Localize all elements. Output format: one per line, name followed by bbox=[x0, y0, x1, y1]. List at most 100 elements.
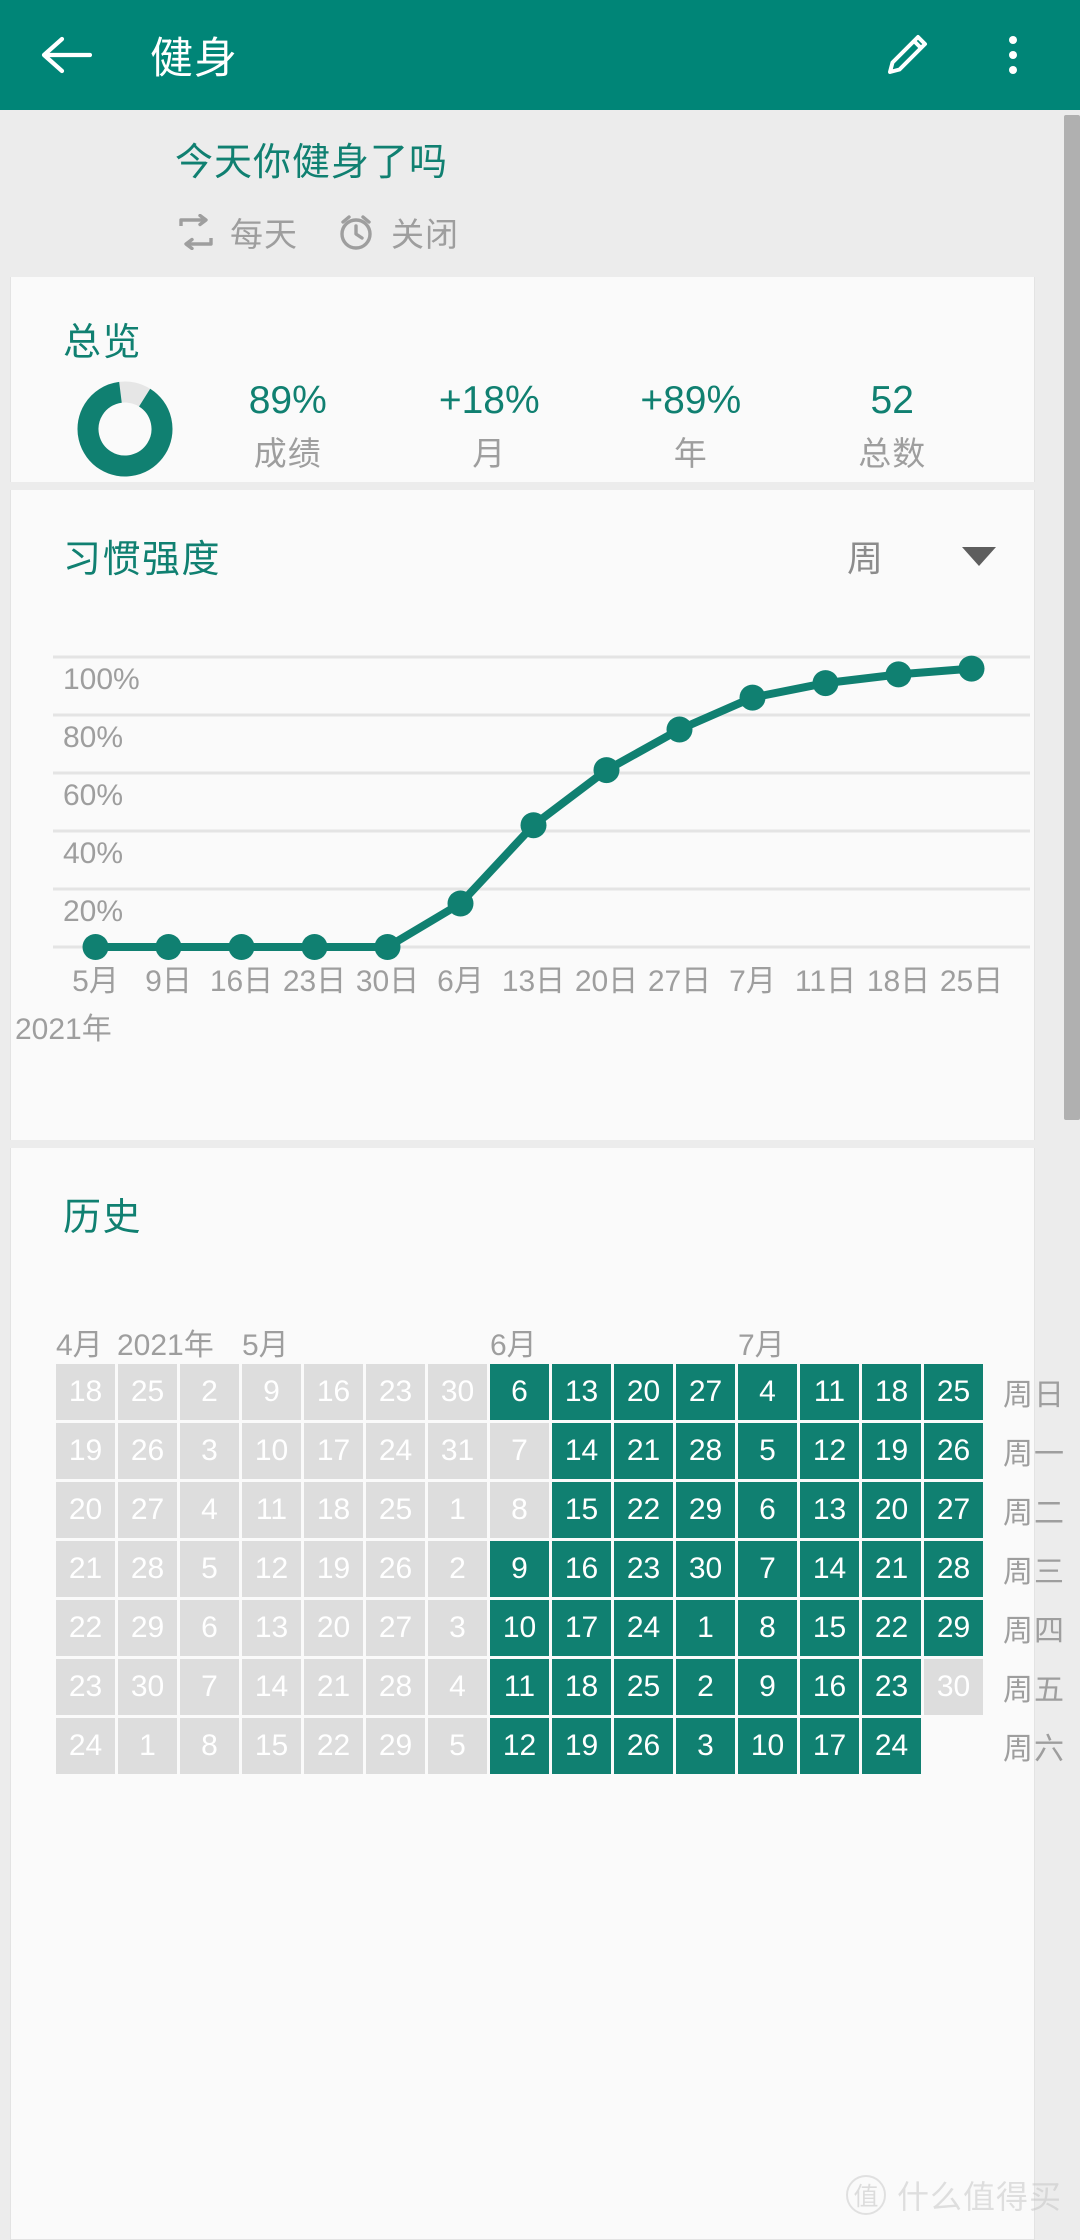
calendar-day-cell[interactable]: 8 bbox=[490, 1482, 549, 1538]
calendar-day-cell[interactable]: 29 bbox=[366, 1718, 425, 1774]
calendar-day-cell[interactable]: 17 bbox=[552, 1600, 611, 1656]
calendar-day-cell[interactable]: 15 bbox=[552, 1482, 611, 1538]
calendar-day-cell[interactable]: 29 bbox=[924, 1600, 983, 1656]
calendar-day-cell[interactable]: 1 bbox=[428, 1482, 487, 1538]
calendar-day-cell[interactable]: 5 bbox=[738, 1423, 797, 1479]
calendar-day-cell[interactable]: 2 bbox=[676, 1659, 735, 1715]
calendar-day-cell[interactable]: 7 bbox=[180, 1659, 239, 1715]
calendar-day-cell[interactable]: 28 bbox=[676, 1423, 735, 1479]
calendar-day-cell[interactable]: 25 bbox=[924, 1364, 983, 1420]
calendar-day-cell[interactable]: 1 bbox=[118, 1718, 177, 1774]
calendar-day-cell[interactable]: 6 bbox=[738, 1482, 797, 1538]
calendar-day-cell[interactable]: 22 bbox=[304, 1718, 363, 1774]
calendar-day-cell[interactable]: 30 bbox=[924, 1659, 983, 1715]
calendar-day-cell[interactable]: 17 bbox=[304, 1423, 363, 1479]
calendar-day-cell[interactable]: 21 bbox=[56, 1541, 115, 1597]
calendar-day-cell[interactable]: 6 bbox=[490, 1364, 549, 1420]
calendar-day-cell[interactable]: 2 bbox=[428, 1541, 487, 1597]
calendar-day-cell[interactable]: 6 bbox=[180, 1600, 239, 1656]
calendar-day-cell[interactable]: 27 bbox=[118, 1482, 177, 1538]
calendar-day-cell[interactable]: 28 bbox=[924, 1541, 983, 1597]
period-spinner[interactable]: 周 bbox=[847, 530, 996, 582]
calendar-day-cell[interactable]: 19 bbox=[862, 1423, 921, 1479]
calendar-day-cell[interactable]: 3 bbox=[676, 1718, 735, 1774]
calendar-day-cell[interactable]: 10 bbox=[738, 1718, 797, 1774]
calendar-day-cell[interactable]: 12 bbox=[800, 1423, 859, 1479]
calendar-day-cell[interactable]: 19 bbox=[56, 1423, 115, 1479]
calendar-day-cell[interactable]: 22 bbox=[862, 1600, 921, 1656]
calendar-day-cell[interactable]: 4 bbox=[180, 1482, 239, 1538]
calendar-day-cell[interactable]: 20 bbox=[56, 1482, 115, 1538]
calendar-day-cell[interactable]: 11 bbox=[490, 1659, 549, 1715]
calendar-day-cell[interactable]: 4 bbox=[428, 1659, 487, 1715]
calendar-day-cell[interactable]: 18 bbox=[552, 1659, 611, 1715]
calendar-day-cell[interactable]: 10 bbox=[490, 1600, 549, 1656]
calendar-day-cell[interactable]: 16 bbox=[304, 1364, 363, 1420]
calendar-day-cell[interactable]: 16 bbox=[800, 1659, 859, 1715]
calendar-day-cell[interactable]: 8 bbox=[738, 1600, 797, 1656]
calendar-day-cell[interactable]: 18 bbox=[304, 1482, 363, 1538]
calendar-day-cell[interactable]: 30 bbox=[118, 1659, 177, 1715]
calendar-day-cell[interactable]: 30 bbox=[676, 1541, 735, 1597]
calendar-day-cell[interactable]: 7 bbox=[490, 1423, 549, 1479]
calendar-day-cell[interactable]: 15 bbox=[800, 1600, 859, 1656]
edit-button[interactable] bbox=[874, 22, 940, 88]
calendar-day-cell[interactable]: 1 bbox=[676, 1600, 735, 1656]
calendar-day-cell[interactable]: 4 bbox=[738, 1364, 797, 1420]
calendar-day-cell[interactable]: 23 bbox=[862, 1659, 921, 1715]
calendar-day-cell[interactable]: 23 bbox=[614, 1541, 673, 1597]
calendar-day-cell[interactable]: 29 bbox=[676, 1482, 735, 1538]
calendar-day-cell[interactable]: 13 bbox=[552, 1364, 611, 1420]
calendar-day-cell[interactable]: 14 bbox=[242, 1659, 301, 1715]
calendar-day-cell[interactable]: 26 bbox=[614, 1718, 673, 1774]
calendar-day-cell[interactable]: 14 bbox=[800, 1541, 859, 1597]
calendar-day-cell[interactable]: 25 bbox=[614, 1659, 673, 1715]
calendar-day-cell[interactable]: 26 bbox=[118, 1423, 177, 1479]
calendar-day-cell[interactable]: 18 bbox=[56, 1364, 115, 1420]
calendar-day-cell[interactable]: 26 bbox=[924, 1423, 983, 1479]
calendar-grid[interactable]: 18 25 2 9 16 23 30 6 13 20 27 4 11 18 25 周日 19 26 3 10 17 24 3… bbox=[56, 1364, 1065, 1774]
calendar-day-cell[interactable]: 24 bbox=[614, 1600, 673, 1656]
calendar-day-cell[interactable]: 24 bbox=[366, 1423, 425, 1479]
calendar-day-cell[interactable]: 31 bbox=[428, 1423, 487, 1479]
calendar-day-cell[interactable]: 20 bbox=[862, 1482, 921, 1538]
calendar-day-cell[interactable]: 10 bbox=[242, 1423, 301, 1479]
calendar-day-cell[interactable]: 21 bbox=[304, 1659, 363, 1715]
calendar-day-cell[interactable]: 25 bbox=[118, 1364, 177, 1420]
calendar-day-cell[interactable]: 22 bbox=[56, 1600, 115, 1656]
calendar-day-cell[interactable]: 3 bbox=[428, 1600, 487, 1656]
calendar-day-cell[interactable]: 20 bbox=[304, 1600, 363, 1656]
calendar-day-cell[interactable]: 30 bbox=[428, 1364, 487, 1420]
calendar-day-cell[interactable]: 14 bbox=[552, 1423, 611, 1479]
calendar-day-cell[interactable]: 27 bbox=[366, 1600, 425, 1656]
back-button[interactable] bbox=[34, 23, 98, 87]
calendar-day-cell[interactable]: 11 bbox=[800, 1364, 859, 1420]
calendar-day-cell[interactable]: 11 bbox=[242, 1482, 301, 1538]
calendar-day-cell[interactable]: 12 bbox=[490, 1718, 549, 1774]
calendar-day-cell[interactable]: 24 bbox=[56, 1718, 115, 1774]
calendar-day-cell[interactable]: 23 bbox=[366, 1364, 425, 1420]
calendar-day-cell[interactable]: 7 bbox=[738, 1541, 797, 1597]
calendar-day-cell[interactable]: 20 bbox=[614, 1364, 673, 1420]
calendar-day-cell[interactable]: 5 bbox=[180, 1541, 239, 1597]
calendar-day-cell[interactable]: 12 bbox=[242, 1541, 301, 1597]
calendar-day-cell[interactable]: 27 bbox=[676, 1364, 735, 1420]
overflow-menu-button[interactable] bbox=[980, 22, 1046, 88]
calendar-day-cell[interactable]: 19 bbox=[552, 1718, 611, 1774]
calendar-day-cell[interactable]: 21 bbox=[614, 1423, 673, 1479]
calendar-day-cell[interactable]: 13 bbox=[242, 1600, 301, 1656]
calendar-day-cell[interactable]: 29 bbox=[118, 1600, 177, 1656]
calendar-day-cell[interactable]: 22 bbox=[614, 1482, 673, 1538]
calendar-day-cell[interactable]: 9 bbox=[242, 1364, 301, 1420]
calendar-day-cell[interactable]: 18 bbox=[862, 1364, 921, 1420]
vertical-scrollbar[interactable] bbox=[1064, 115, 1080, 1120]
calendar-day-cell[interactable]: 21 bbox=[862, 1541, 921, 1597]
calendar-day-cell[interactable]: 9 bbox=[738, 1659, 797, 1715]
calendar-day-cell[interactable]: 5 bbox=[428, 1718, 487, 1774]
calendar-day-cell[interactable]: 16 bbox=[552, 1541, 611, 1597]
calendar-day-cell[interactable]: 8 bbox=[180, 1718, 239, 1774]
calendar-day-cell[interactable]: 19 bbox=[304, 1541, 363, 1597]
calendar-day-cell[interactable]: 24 bbox=[862, 1718, 921, 1774]
calendar-day-cell[interactable]: 13 bbox=[800, 1482, 859, 1538]
calendar-day-cell[interactable]: 9 bbox=[490, 1541, 549, 1597]
